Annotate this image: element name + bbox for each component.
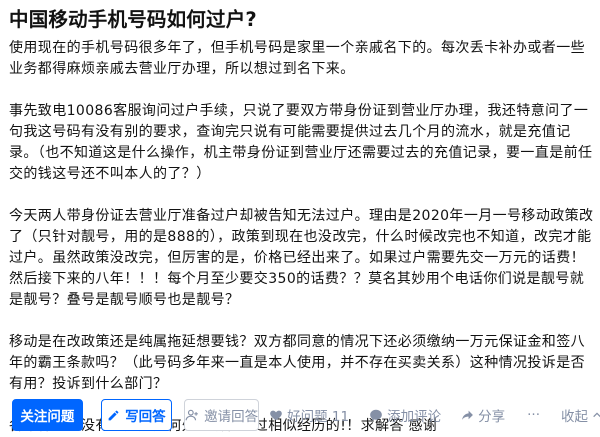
question-paragraph: 事先致电10086客服询问过户手续，只说了要双方带身份证到营业厅办理，我还特意问… (9, 103, 593, 182)
question-paragraph: 移动是在改政策还是纯属拖延想要钱？双方都同意的情况下还必须缴纳一万元保证金和签八… (9, 334, 585, 392)
add-user-icon (185, 409, 198, 421)
more-options-icon: ··· (527, 407, 540, 423)
collapse-button[interactable]: 收起 (561, 405, 600, 425)
question-paragraph: 使用现在的手机号码很多年了，但手机号码是家里一个亲戚名下的。每次丢卡补办或者一些… (9, 40, 585, 77)
good-question-label: 好问题 11 (287, 409, 350, 425)
add-comment-label: 添加评论 (387, 409, 442, 425)
invite-answer-label: 邀请回答 (204, 409, 259, 425)
add-comment-button[interactable]: 添加评论 (369, 405, 441, 425)
share-label: 分享 (478, 409, 506, 425)
follow-question-label: 关注问题 (20, 409, 75, 425)
chevron-up-icon (593, 412, 600, 418)
heart-icon (270, 410, 282, 421)
good-question-button[interactable]: 好问题 11 (269, 405, 349, 425)
pencil-icon (108, 410, 119, 420)
question-page: 中国移动手机号码如何过户? 使用现在的手机号码很多年了，但手机号码是家里一个亲戚… (0, 0, 600, 436)
write-answer-label: 写回答 (125, 409, 166, 425)
comment-icon (370, 409, 382, 421)
collapse-label: 收起 (561, 409, 588, 425)
question-action-bar: 关注问题 写回答 邀请回答 好问题 11 添加评论 分享 ··· 收起 (12, 399, 600, 431)
share-button[interactable]: 分享 (461, 405, 505, 425)
write-answer-button[interactable]: 写回答 (100, 399, 173, 431)
more-options-button[interactable]: ··· (527, 407, 540, 423)
question-detail: 使用现在的手机号码很多年了，但手机号码是家里一个亲戚名下的。每次丢卡补办或者一些… (9, 38, 594, 437)
share-icon (462, 410, 474, 420)
invite-answer-button[interactable]: 邀请回答 (184, 399, 260, 431)
question-title: 中国移动手机号码如何过户? (9, 8, 257, 31)
follow-question-button[interactable]: 关注问题 (12, 399, 83, 431)
question-paragraph: 今天两人带身份证去营业厅准备过户却被告知无法过户。理由是2020年一月一号移动政… (9, 208, 594, 308)
